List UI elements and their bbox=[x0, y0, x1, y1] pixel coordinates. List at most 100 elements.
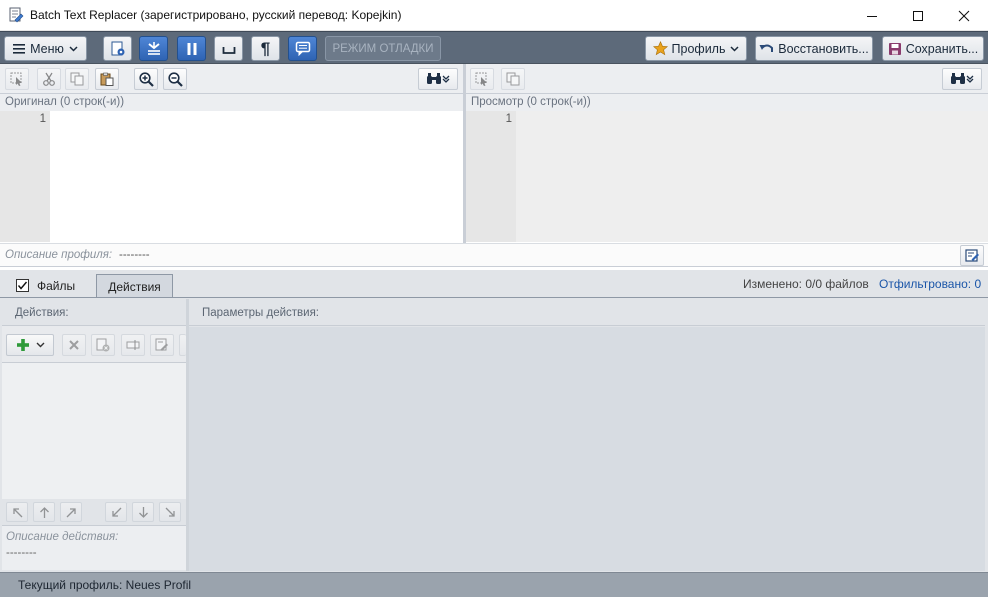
params-area bbox=[189, 327, 985, 571]
move-bottom-button[interactable] bbox=[159, 502, 181, 522]
edit-action-button[interactable] bbox=[150, 334, 174, 356]
clear-list-icon bbox=[96, 338, 110, 352]
save-label: Сохранить... bbox=[905, 41, 979, 56]
move-down-left-button[interactable] bbox=[105, 502, 127, 522]
plus-icon bbox=[16, 339, 29, 351]
actions-header: Действия: bbox=[2, 301, 186, 326]
original-line-gutter: 1 bbox=[0, 111, 50, 242]
maximize-button[interactable] bbox=[895, 0, 941, 31]
chevron-down-icon bbox=[730, 45, 740, 52]
menu-button[interactable]: Меню bbox=[4, 36, 87, 61]
binoculars-icon bbox=[951, 73, 965, 84]
save-button[interactable]: Сохранить... bbox=[882, 36, 984, 61]
copy-icon bbox=[506, 72, 520, 86]
preview-editor bbox=[516, 111, 988, 242]
debug-mode-label: РЕЖИМ ОТЛАДКИ bbox=[332, 42, 434, 55]
delete-action-button[interactable] bbox=[62, 334, 86, 356]
chevron-down-icon bbox=[69, 45, 78, 52]
cut-button[interactable] bbox=[37, 68, 61, 90]
original-toolbar bbox=[0, 64, 464, 94]
pilcrow-icon: ¶ bbox=[260, 38, 271, 58]
delete-x-icon bbox=[69, 340, 79, 350]
zoom-out-button[interactable] bbox=[163, 68, 187, 90]
select-button[interactable] bbox=[5, 68, 29, 90]
action-description-label: Описание действия: bbox=[6, 531, 119, 543]
tab-divider bbox=[0, 297, 988, 298]
collapse-icon bbox=[147, 41, 160, 55]
edit-note-icon bbox=[155, 338, 168, 351]
profile-description-value: -------- bbox=[119, 249, 150, 261]
preview-copy-button[interactable] bbox=[501, 68, 525, 90]
pause-icon bbox=[187, 42, 196, 55]
restore-button[interactable]: Восстановить... bbox=[755, 36, 873, 61]
comment-button[interactable] bbox=[288, 36, 317, 61]
restore-label: Восстановить... bbox=[778, 41, 869, 56]
arrow-up-right-icon bbox=[66, 507, 76, 517]
filtered-count: Отфильтровано: 0 bbox=[879, 277, 982, 291]
tab-files[interactable]: Файлы bbox=[10, 274, 90, 297]
profile-description-label: Описание профиля: bbox=[5, 249, 113, 261]
close-icon bbox=[958, 10, 970, 21]
pause-button[interactable] bbox=[177, 36, 206, 61]
close-button[interactable] bbox=[941, 0, 987, 31]
status-bar: Текущий профиль: Neues Profil bbox=[0, 572, 988, 597]
zoom-out-icon bbox=[167, 71, 183, 87]
profile-description-bar: Описание профиля: -------- bbox=[0, 243, 988, 267]
arrow-down-right-icon bbox=[165, 507, 175, 517]
profile-button[interactable]: Профиль bbox=[645, 36, 747, 61]
preview-toolbar bbox=[466, 64, 988, 94]
main-toolbar: Меню ¶ РЕЖИМ ОТЛАДКИ Профиль Восстановит… bbox=[0, 31, 988, 64]
action-description-value: -------- bbox=[6, 547, 37, 559]
actions-move-toolbar bbox=[2, 499, 186, 524]
chevron-down-icon bbox=[36, 342, 44, 348]
chevron-down-icon bbox=[966, 75, 974, 83]
title-bar: Batch Text Replacer (зарегистрировано, р… bbox=[0, 0, 988, 31]
rename-action-button[interactable] bbox=[121, 334, 145, 356]
zoom-in-button[interactable] bbox=[134, 68, 158, 90]
clear-actions-button[interactable] bbox=[91, 334, 115, 356]
params-header-label: Параметры действия: bbox=[202, 307, 319, 319]
collapse-button[interactable] bbox=[139, 36, 168, 61]
maximize-icon bbox=[913, 10, 923, 21]
space-button[interactable] bbox=[214, 36, 243, 61]
line-number: 1 bbox=[505, 113, 512, 125]
cursor-select-icon bbox=[475, 72, 487, 86]
tab-actions[interactable]: Действия bbox=[96, 274, 173, 298]
debug-mode-button[interactable]: РЕЖИМ ОТЛАДКИ bbox=[325, 36, 441, 61]
preview-select-button[interactable] bbox=[470, 68, 494, 90]
action-description: Описание действия: -------- bbox=[2, 525, 186, 570]
copy-button[interactable] bbox=[65, 68, 89, 90]
process-button[interactable] bbox=[103, 36, 132, 61]
edit-note-icon bbox=[964, 248, 979, 262]
paste-icon bbox=[100, 72, 114, 86]
preview-line-gutter: 1 bbox=[466, 111, 516, 242]
move-up-button[interactable] bbox=[33, 502, 55, 522]
find-button[interactable] bbox=[418, 68, 458, 90]
copy-icon bbox=[70, 72, 84, 86]
comment-icon bbox=[295, 41, 310, 56]
preview-header: Просмотр (0 строк(-и)) bbox=[466, 94, 988, 111]
paste-button[interactable] bbox=[95, 68, 119, 90]
pilcrow-button[interactable]: ¶ bbox=[251, 36, 280, 61]
changed-count: Изменено: 0/0 файлов bbox=[743, 277, 869, 291]
move-up-right-button[interactable] bbox=[60, 502, 82, 522]
actions-toolbar bbox=[2, 326, 186, 362]
more-actions-button[interactable] bbox=[179, 334, 186, 356]
arrow-up-left-icon bbox=[12, 507, 22, 517]
original-editor[interactable] bbox=[50, 111, 463, 242]
actions-list[interactable] bbox=[2, 362, 186, 499]
edit-description-button[interactable] bbox=[960, 245, 984, 266]
preview-find-button[interactable] bbox=[942, 68, 982, 90]
process-icon bbox=[111, 41, 124, 55]
minimize-button[interactable] bbox=[849, 0, 895, 31]
window-title: Batch Text Replacer (зарегистрировано, р… bbox=[30, 8, 402, 22]
move-top-button[interactable] bbox=[6, 502, 28, 522]
checkbox-checked-icon[interactable] bbox=[16, 279, 29, 292]
app-icon bbox=[8, 7, 24, 23]
line-number: 1 bbox=[39, 113, 46, 125]
move-down-button[interactable] bbox=[132, 502, 154, 522]
tab-files-label: Файлы bbox=[37, 278, 76, 293]
space-icon bbox=[222, 46, 235, 54]
add-action-button[interactable] bbox=[6, 334, 54, 356]
save-icon bbox=[888, 42, 901, 55]
